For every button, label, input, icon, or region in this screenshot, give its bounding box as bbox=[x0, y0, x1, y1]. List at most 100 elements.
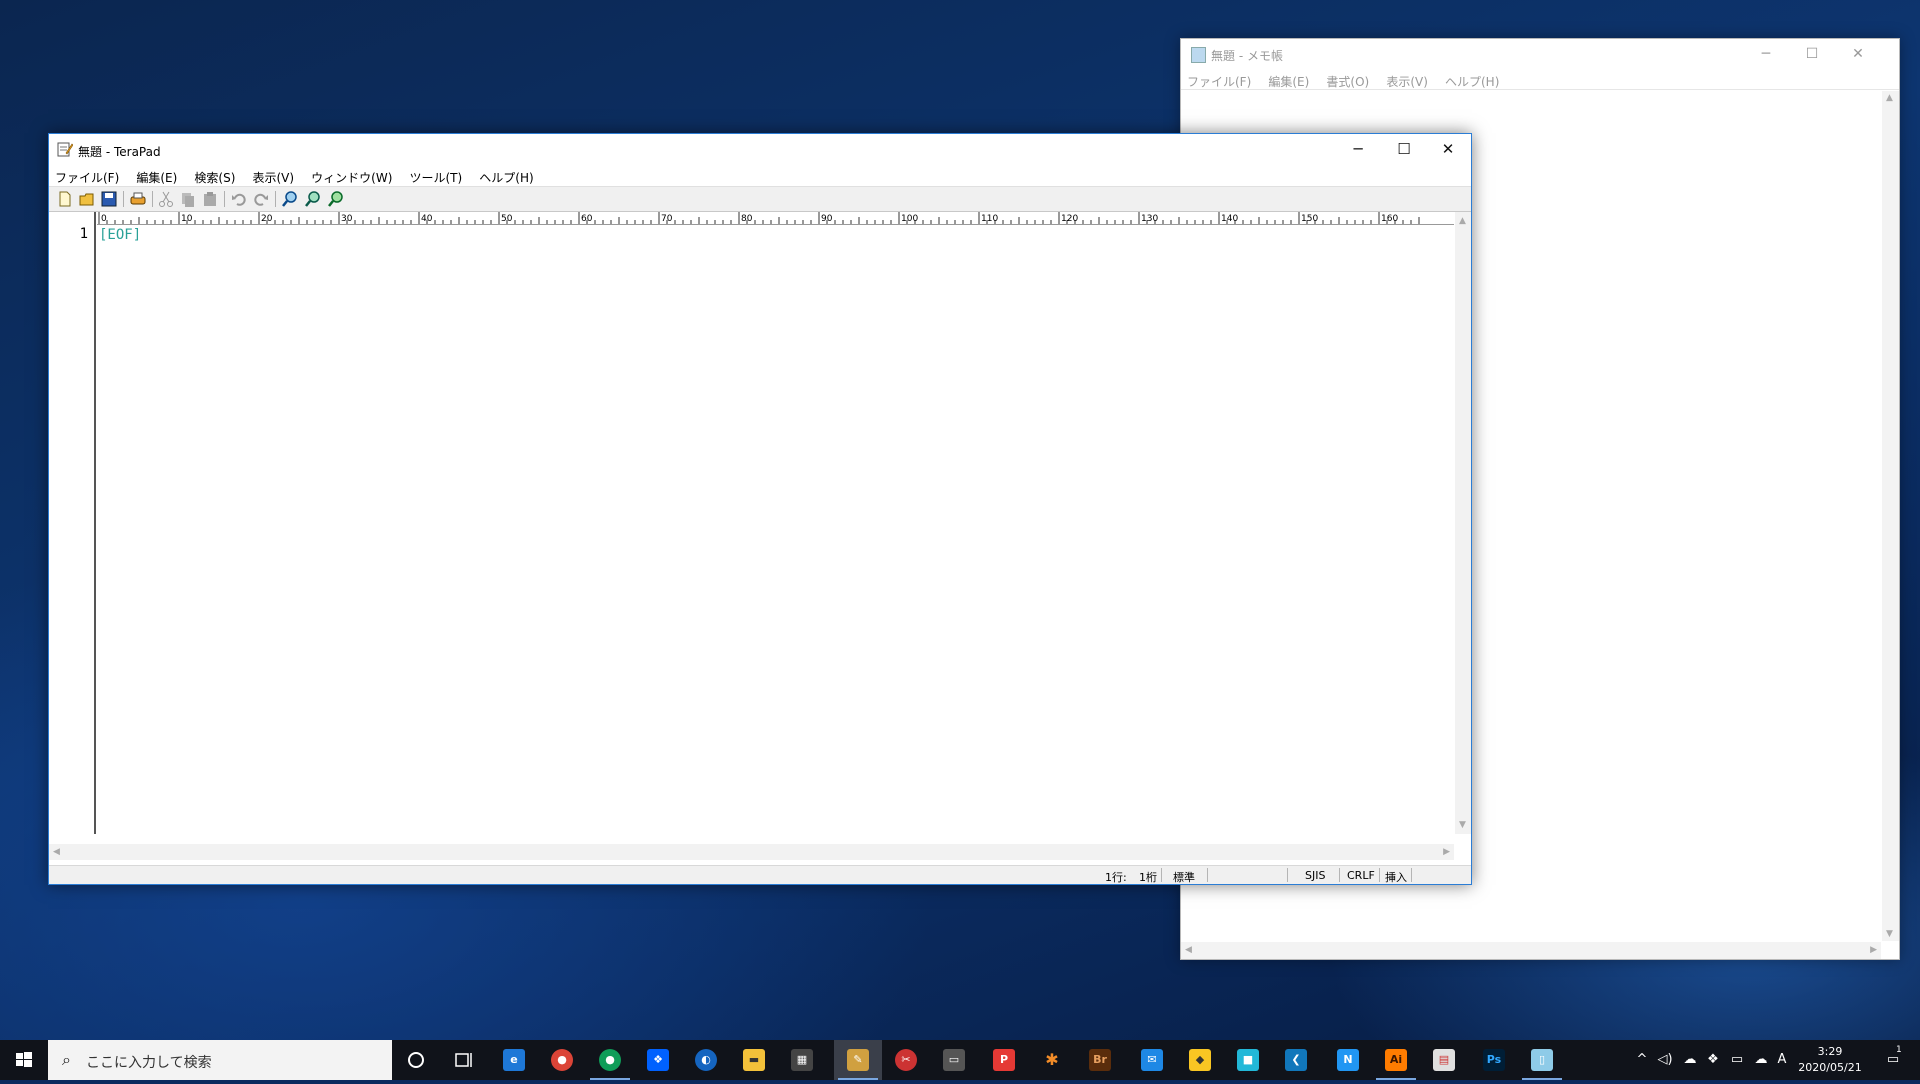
minimize-button[interactable]: ─ bbox=[1743, 43, 1789, 65]
action-center-button[interactable]: ▭ 1 bbox=[1878, 1040, 1908, 1080]
volume-icon[interactable]: ◁) bbox=[1654, 1040, 1676, 1080]
ruler-label: 50 bbox=[501, 214, 513, 224]
line-number-gutter: 1 bbox=[49, 212, 96, 834]
status-mode: 標準 bbox=[1173, 871, 1195, 884]
taskbar-app-dropbox[interactable]: ❖ bbox=[634, 1040, 682, 1080]
terapad-titlebar[interactable]: 無題 - TeraPad ─ ☐ ✕ bbox=[49, 134, 1471, 165]
taskbar-app-illustrator[interactable]: Ai bbox=[1372, 1040, 1420, 1080]
copy-icon[interactable] bbox=[179, 190, 197, 208]
taskbar-app-chrome-profile[interactable]: ● bbox=[586, 1040, 634, 1080]
search-placeholder: ここに入力して検索 bbox=[86, 1055, 212, 1071]
start-button[interactable] bbox=[0, 1040, 48, 1080]
terapad-window[interactable]: 無題 - TeraPad ─ ☐ ✕ ファイル(F) 編集(E) 検索(S) 表… bbox=[48, 133, 1472, 885]
menu-window[interactable]: ウィンドウ(W) bbox=[305, 165, 398, 186]
menu-edit[interactable]: 編集(E) bbox=[1262, 69, 1315, 90]
taskbar-app-store[interactable]: ▦ bbox=[778, 1040, 826, 1080]
cloud-sync-icon[interactable]: ☁ bbox=[1750, 1040, 1772, 1080]
status-divider bbox=[1287, 868, 1288, 882]
taskbar-app-outlook[interactable]: ◐ bbox=[682, 1040, 730, 1080]
new-file-icon[interactable] bbox=[56, 190, 74, 208]
bridge-icon: Br bbox=[1089, 1049, 1111, 1071]
minimize-button[interactable]: ─ bbox=[1335, 134, 1381, 164]
menu-view[interactable]: 表示(V) bbox=[1380, 69, 1434, 90]
status-insert-mode[interactable]: 挿入 bbox=[1385, 869, 1407, 885]
open-folder-icon[interactable] bbox=[78, 190, 96, 208]
ruler-label: 90 bbox=[821, 214, 833, 224]
scroll-up-icon[interactable]: ▲ bbox=[1459, 216, 1466, 226]
menu-help[interactable]: ヘルプ(H) bbox=[473, 165, 539, 186]
edge-icon: e bbox=[503, 1049, 525, 1071]
taskbar-app-snipping[interactable]: ✂ bbox=[882, 1040, 930, 1080]
notepad-horizontal-scrollbar[interactable]: ◀ ▶ bbox=[1181, 942, 1881, 959]
onedrive-icon[interactable]: ☁ bbox=[1678, 1040, 1702, 1080]
scroll-down-icon[interactable]: ▼ bbox=[1459, 820, 1466, 830]
blue-app-icon: ■ bbox=[1237, 1049, 1259, 1071]
toolbar-separator bbox=[123, 191, 124, 207]
outlook-icon: ◐ bbox=[695, 1049, 717, 1071]
menu-search[interactable]: 検索(S) bbox=[188, 165, 241, 186]
search-next-icon[interactable] bbox=[304, 190, 322, 208]
terapad-vertical-scrollbar[interactable]: ▲ ▼ bbox=[1455, 212, 1471, 834]
scroll-right-icon[interactable]: ▶ bbox=[1443, 847, 1450, 857]
maximize-button[interactable]: ☐ bbox=[1789, 43, 1835, 65]
search-icon[interactable] bbox=[281, 190, 299, 208]
scroll-left-icon[interactable]: ◀ bbox=[1185, 945, 1192, 955]
taskbar-app-explorer[interactable]: ▬ bbox=[730, 1040, 778, 1080]
scroll-down-icon[interactable]: ▼ bbox=[1886, 929, 1893, 939]
status-encoding[interactable]: SJIS bbox=[1305, 869, 1325, 882]
status-linebreak[interactable]: CRLF bbox=[1347, 869, 1375, 882]
task-view-button[interactable] bbox=[440, 1040, 488, 1080]
ime-indicator[interactable]: A bbox=[1774, 1040, 1790, 1080]
taskbar-app-bridge[interactable]: Br bbox=[1076, 1040, 1124, 1080]
close-button[interactable]: ✕ bbox=[1835, 43, 1881, 65]
scroll-up-icon[interactable]: ▲ bbox=[1886, 93, 1893, 103]
menu-help[interactable]: ヘルプ(H) bbox=[1439, 69, 1505, 90]
taskbar-search-box[interactable]: ⌕ ここに入力して検索 bbox=[48, 1040, 392, 1080]
taskbar-app-mail[interactable]: ✉ bbox=[1128, 1040, 1176, 1080]
search-replace-icon[interactable] bbox=[327, 190, 345, 208]
scroll-right-icon[interactable]: ▶ bbox=[1870, 945, 1877, 955]
photoshop-icon: Ps bbox=[1483, 1049, 1505, 1071]
notepad-vertical-scrollbar[interactable]: ▲ ▼ bbox=[1882, 91, 1899, 941]
dropbox-tray-icon[interactable]: ❖ bbox=[1702, 1040, 1724, 1080]
network-icon[interactable]: ▭ bbox=[1726, 1040, 1748, 1080]
menu-file[interactable]: ファイル(F) bbox=[1181, 69, 1257, 90]
close-button[interactable]: ✕ bbox=[1425, 134, 1471, 164]
taskbar-app-chrome[interactable]: ● bbox=[538, 1040, 586, 1080]
menu-edit[interactable]: 編集(E) bbox=[130, 165, 183, 186]
save-icon[interactable] bbox=[100, 190, 118, 208]
undo-icon[interactable] bbox=[230, 190, 248, 208]
terapad-text-area[interactable]: [EOF] bbox=[97, 225, 1454, 834]
maximize-button[interactable]: ☐ bbox=[1381, 134, 1427, 164]
cut-icon[interactable] bbox=[157, 190, 175, 208]
print-icon[interactable] bbox=[129, 190, 147, 208]
taskbar-app-butterfly[interactable]: ✱ bbox=[1028, 1040, 1076, 1080]
scroll-left-icon[interactable]: ◀ bbox=[53, 847, 60, 857]
taskbar-app-remote[interactable]: ▭ bbox=[930, 1040, 978, 1080]
ruler-label: 110 bbox=[981, 214, 998, 224]
menu-view[interactable]: 表示(V) bbox=[247, 165, 301, 186]
ruler-label: 60 bbox=[581, 214, 593, 224]
taskbar-app-bluebox[interactable]: ■ bbox=[1224, 1040, 1272, 1080]
taskbar-app-vscode[interactable]: ❮ bbox=[1272, 1040, 1320, 1080]
taskbar-app-keep[interactable]: ◆ bbox=[1176, 1040, 1224, 1080]
paste-icon[interactable] bbox=[201, 190, 219, 208]
cortana-button[interactable] bbox=[392, 1040, 440, 1080]
taskbar-app-photoshop[interactable]: Ps bbox=[1470, 1040, 1518, 1080]
taskbar-app-calendar[interactable]: ▤ bbox=[1420, 1040, 1468, 1080]
taskbar-app-n[interactable]: N bbox=[1324, 1040, 1372, 1080]
menu-file[interactable]: ファイル(F) bbox=[49, 165, 125, 186]
terapad-horizontal-scrollbar[interactable]: ◀ ▶ bbox=[49, 844, 1454, 860]
taskbar-app-terapad[interactable]: ✎ bbox=[834, 1040, 882, 1080]
redo-icon[interactable] bbox=[252, 190, 270, 208]
chrome-profile-icon: ● bbox=[599, 1049, 621, 1071]
clock[interactable]: 3:29 2020/05/21 bbox=[1790, 1044, 1870, 1076]
menu-tools[interactable]: ツール(T) bbox=[404, 165, 469, 186]
notepad-titlebar[interactable]: 無題 - メモ帳 ─ ☐ ✕ bbox=[1181, 39, 1899, 69]
taskbar-app-notepad[interactable]: ▯ bbox=[1518, 1040, 1566, 1080]
menu-format[interactable]: 書式(O) bbox=[1320, 69, 1375, 90]
taskbar-app-edge[interactable]: e bbox=[490, 1040, 538, 1080]
show-hidden-icons-chevron-icon[interactable]: ^ bbox=[1632, 1040, 1652, 1080]
taskbar-app-p[interactable]: P bbox=[980, 1040, 1028, 1080]
notepad-title: 無題 - メモ帳 bbox=[1211, 49, 1283, 63]
